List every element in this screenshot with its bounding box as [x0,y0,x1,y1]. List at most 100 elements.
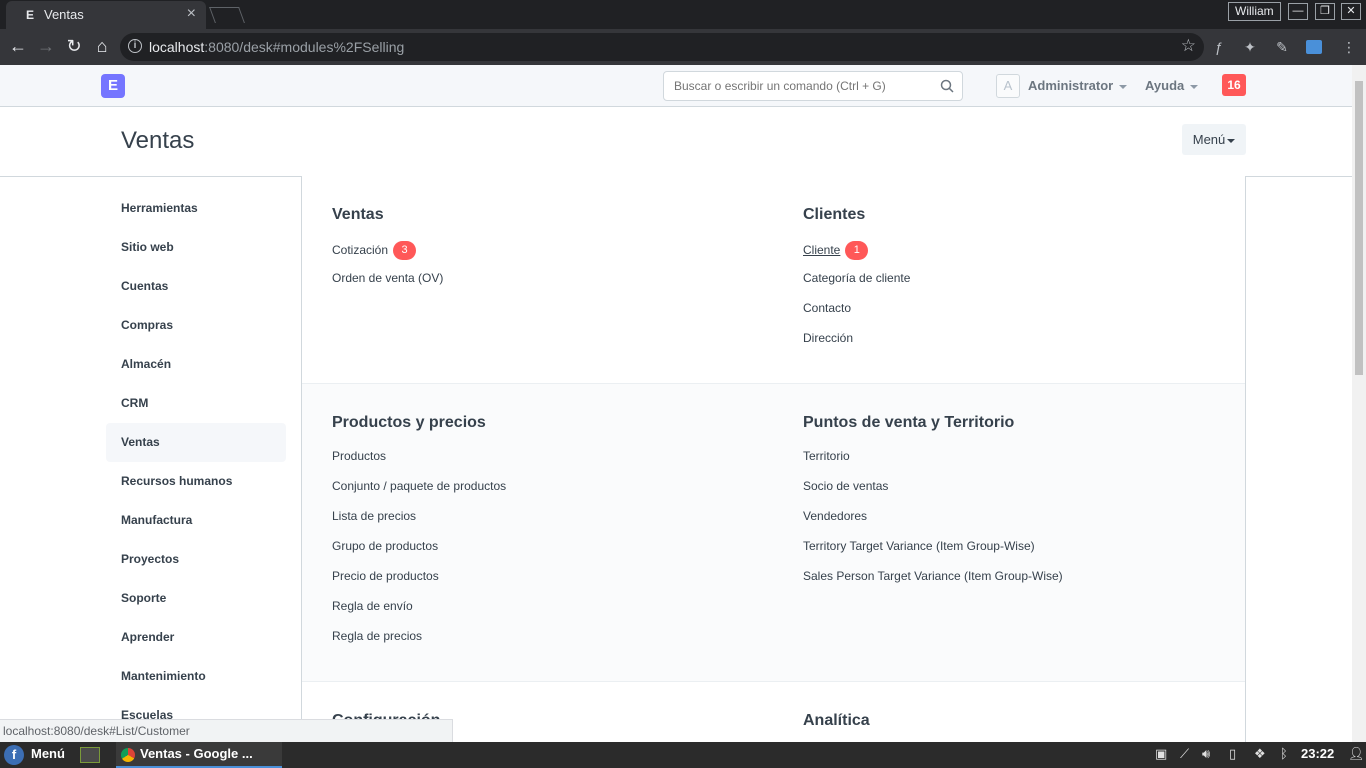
network-tray-icon[interactable]: ⟋ [1180,746,1189,762]
sidebar-item-aprender[interactable]: Aprender [106,618,286,657]
card-title: Analítica [803,712,870,729]
sidebar-item-ventas[interactable]: Ventas [106,423,286,462]
card-clientes: Clientes Cliente 1 Categoría de cliente C… [803,206,910,361]
module-sidebar: Herramientas Sitio web Cuentas Compras A… [106,177,286,735]
fedora-logo-icon[interactable]: f [4,745,24,765]
link-territory-target-variance[interactable]: Territory Target Variance (Item Group-Wi… [803,539,1063,569]
app-logo[interactable]: E [101,74,125,98]
link-vendedores[interactable]: Vendedores [803,509,1063,539]
restore-icon[interactable]: ❐ [1315,3,1335,20]
link-categoria-de-cliente[interactable]: Categoría de cliente [803,271,910,301]
card-analitica: Analítica [803,712,870,742]
card-productos-y-precios: Productos y precios Productos Conjunto /… [332,414,506,659]
url-text: localhost:8080/desk#modules%2FSelling [149,39,404,55]
user-menu[interactable]: Administrator [1028,78,1128,93]
clipboard-tray-icon[interactable]: ▣ [1155,746,1167,762]
link-territorio[interactable]: Territorio [803,449,1063,479]
back-icon[interactable]: ← [8,36,28,56]
user-menu-label: Administrator [1028,78,1114,93]
user-tray-icon[interactable]: 👤︎ [1348,746,1365,762]
cast-extension-icon[interactable] [1306,40,1322,54]
sidebar-item-recursos-humanos[interactable]: Recursos humanos [106,462,286,501]
sidebar-item-manufactura[interactable]: Manufactura [106,501,286,540]
link-precio-de-productos[interactable]: Precio de productos [332,569,506,599]
link-direccion[interactable]: Dirección [803,331,910,361]
link-socio-de-ventas[interactable]: Socio de ventas [803,479,1063,509]
taskbar-window-chrome[interactable]: Ventas - Google ... [116,742,282,768]
link-productos[interactable]: Productos [332,449,506,479]
clock: 23:22 [1301,746,1335,761]
link-orden-de-venta[interactable]: Orden de venta (OV) [332,271,443,301]
start-menu-button[interactable]: Menú [31,746,65,761]
card-ventas: Ventas Cotización 3 Orden de venta (OV) [332,206,443,301]
forward-icon[interactable]: → [36,36,56,56]
link-lista-de-precios[interactable]: Lista de precios [332,509,506,539]
card-title: Productos y precios [332,414,486,431]
sidebar-item-almacen[interactable]: Almacén [106,345,286,384]
link-conjunto-paquete[interactable]: Conjunto / paquete de productos [332,479,506,509]
bookmark-star-icon[interactable]: ☆ [1181,36,1196,56]
link-contacto[interactable]: Contacto [803,301,910,331]
new-tab-button[interactable] [209,7,245,23]
sidebar-item-mantenimiento[interactable]: Mantenimiento [106,657,286,696]
link-sales-person-target-variance[interactable]: Sales Person Target Variance (Item Group… [803,569,1063,599]
module-content: Ventas Cotización 3 Orden de venta (OV) C… [301,176,1246,742]
link-label: Cliente [803,243,841,257]
menu-button[interactable]: Menú [1182,124,1246,155]
link-regla-de-envio[interactable]: Regla de envío [332,599,506,629]
sidebar-item-cuentas[interactable]: Cuentas [106,267,286,306]
search-input[interactable] [674,79,934,93]
chevron-down-icon [1227,138,1236,143]
battery-tray-icon[interactable]: ▯ [1229,746,1236,762]
help-menu-label: Ayuda [1145,78,1185,93]
section-ventas-clientes: Ventas Cotización 3 Orden de venta (OV) C… [302,176,1245,384]
page-header: Ventas Menú [0,107,1352,177]
card-title: Puntos de venta y Territorio [803,414,1015,431]
link-grupo-de-productos[interactable]: Grupo de productos [332,539,506,569]
dropbox-tray-icon[interactable]: ❖ [1254,746,1266,762]
scrollbar-thumb[interactable] [1355,81,1363,375]
search-icon [940,79,954,93]
tab-close-icon[interactable]: × [187,5,196,23]
window-close-icon[interactable]: ✕ [1341,3,1361,20]
os-taskbar: f Menú Ventas - Google ... ▣ ⟋ 🔊︎ ▯ ❖ ᛒ … [0,742,1366,768]
menu-button-label: Menú [1192,132,1226,147]
chrome-icon [121,748,135,762]
url-path: :8080/desk#modules%2FSelling [204,39,405,55]
link-label: Cotización [332,243,389,257]
sidebar-item-crm[interactable]: CRM [106,384,286,423]
notifications-badge[interactable]: 16 [1222,74,1246,96]
chevron-down-icon [1190,84,1199,89]
profile-button[interactable]: William [1228,2,1281,21]
extension-icon[interactable]: ✦ [1241,38,1259,56]
chevron-down-icon [1119,84,1128,89]
volume-tray-icon[interactable]: 🔊︎ [1202,746,1210,762]
browser-menu-icon[interactable]: ⋮ [1340,38,1358,56]
tab-title: Ventas [44,7,84,22]
sidebar-item-compras[interactable]: Compras [106,306,286,345]
card-title: Clientes [803,206,866,223]
address-bar[interactable]: i localhost:8080/desk#modules%2FSelling … [120,33,1204,61]
reload-icon[interactable]: ↻ [64,36,84,56]
help-menu[interactable]: Ayuda [1145,78,1199,93]
link-cliente[interactable]: Cliente 1 [803,241,910,271]
card-title: Ventas [332,206,384,223]
terminal-icon[interactable] [80,747,100,763]
bluetooth-tray-icon[interactable]: ᛒ [1280,746,1288,761]
avatar[interactable]: A [996,74,1020,98]
sidebar-item-sitio-web[interactable]: Sitio web [106,228,286,267]
browser-toolbar: ← → ↻ ⌂ i localhost:8080/desk#modules%2F… [0,29,1366,65]
home-icon[interactable]: ⌂ [92,36,112,56]
search-box[interactable] [663,71,963,101]
sidebar-item-herramientas[interactable]: Herramientas [106,189,286,228]
browser-tab[interactable]: E Ventas × [6,1,206,29]
tools-extension-icon[interactable]: ✎ [1273,38,1291,56]
fedora-extension-icon[interactable]: ƒ [1210,38,1228,56]
sidebar-item-soporte[interactable]: Soporte [106,579,286,618]
sidebar-item-proyectos[interactable]: Proyectos [106,540,286,579]
link-regla-de-precios[interactable]: Regla de precios [332,629,506,659]
minimize-icon[interactable]: — [1288,3,1308,20]
link-cotizacion[interactable]: Cotización 3 [332,241,443,271]
page-scrollbar[interactable] [1352,65,1366,742]
site-info-icon[interactable]: i [128,39,142,53]
